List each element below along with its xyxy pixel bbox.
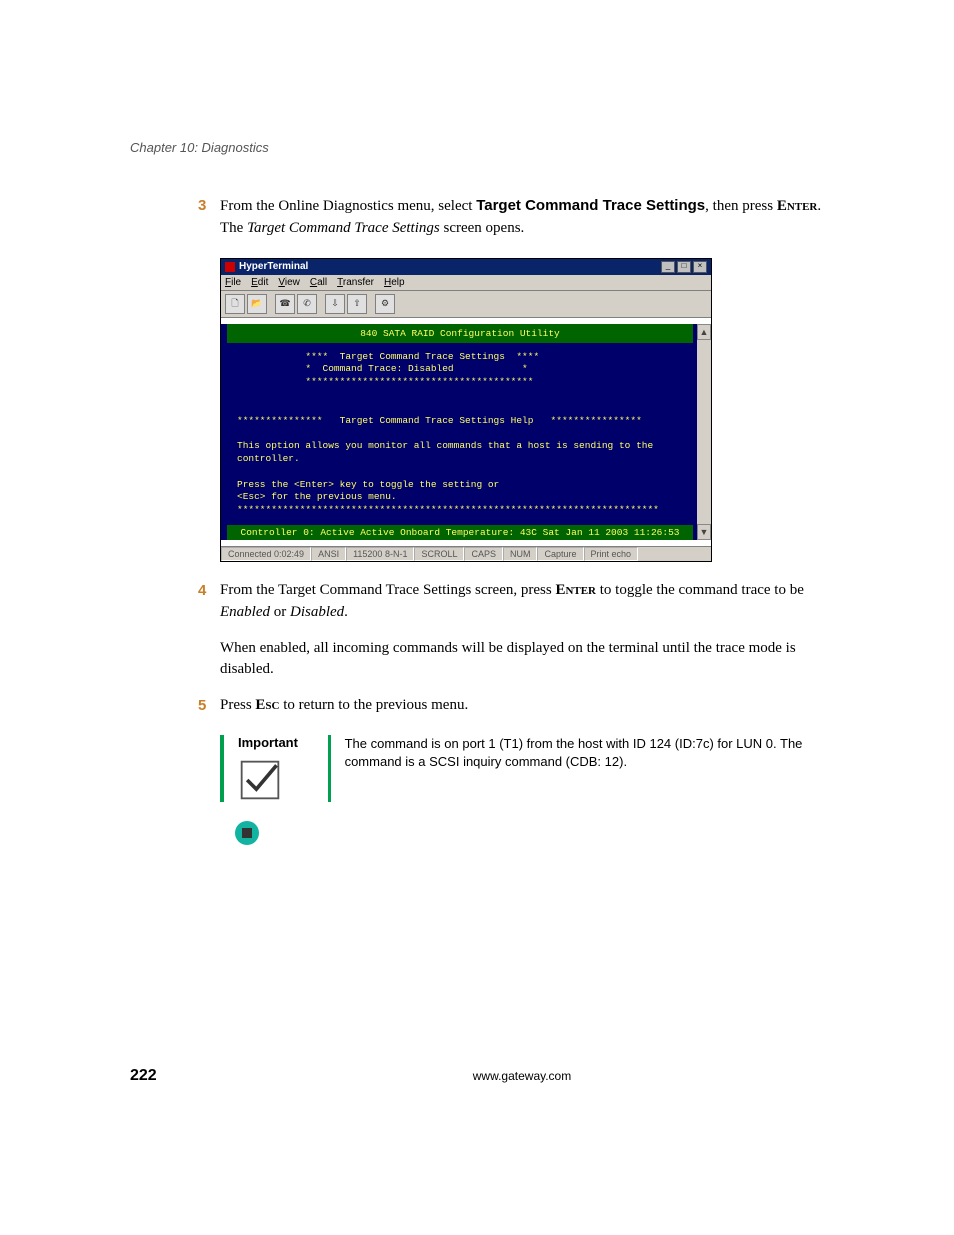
menu-edit[interactable]: Edit <box>251 277 268 288</box>
step4-disabled: Disabled <box>290 604 344 620</box>
page-number: 222 <box>130 1067 220 1085</box>
step-number-5: 5 <box>198 695 206 717</box>
scroll-up-icon[interactable]: ▲ <box>697 324 711 340</box>
step4-text-pre: From the Target Command Trace Settings s… <box>220 582 555 598</box>
hyperterminal-screenshot: HyperTerminal _ □ × File Edit View Call … <box>220 258 712 563</box>
step3-target-label: Target Command Trace Settings <box>476 197 705 214</box>
step-5: 5 Press Esc to return to the previous me… <box>220 695 824 717</box>
terminal-scrollbar[interactable]: ▲ ▼ <box>697 324 711 541</box>
step3-text-pre: From the Online Diagnostics menu, select <box>220 198 476 214</box>
close-button[interactable]: × <box>693 261 707 273</box>
menu-view[interactable]: View <box>278 277 300 288</box>
step4-or: or <box>270 604 290 620</box>
step5-text-pre: Press <box>220 697 255 713</box>
status-baud: 115200 8-N-1 <box>346 547 414 561</box>
step3-screen-name: Target Command Trace Settings <box>247 220 440 236</box>
step-number-3: 3 <box>198 195 206 217</box>
app-icon <box>225 262 235 272</box>
window-toolbar: 🗋 📂 ☎ ✆ ⇩ ⇧ ⚙ <box>221 291 711 318</box>
open-icon[interactable]: 📂 <box>247 294 267 314</box>
important-label: Important <box>238 735 328 750</box>
end-procedure-icon <box>234 820 260 846</box>
step4-text-post2: . <box>344 604 348 620</box>
step4-key-enter: Enter <box>555 582 596 598</box>
maximize-button[interactable]: □ <box>677 261 691 273</box>
properties-icon[interactable]: ⚙ <box>375 294 395 314</box>
disconnect-icon[interactable]: ✆ <box>297 294 317 314</box>
step5-text-post: to return to the previous menu. <box>280 697 469 713</box>
step-4: 4 From the Target Command Trace Settings… <box>220 580 824 624</box>
important-separator <box>328 735 331 802</box>
step5-key-esc: Esc <box>255 697 279 713</box>
checkmark-icon <box>238 758 282 802</box>
status-capture: Capture <box>537 547 583 561</box>
scroll-down-icon[interactable]: ▼ <box>697 524 711 540</box>
minimize-button[interactable]: _ <box>661 261 675 273</box>
status-scroll: SCROLL <box>414 547 464 561</box>
important-callout: Important The command is on port 1 (T1) … <box>220 735 824 802</box>
terminal-status: Controller 0: Active Active Onboard Temp… <box>227 525 693 540</box>
step4-enabled: Enabled <box>220 604 270 620</box>
status-connected: Connected 0:02:49 <box>221 547 311 561</box>
menu-transfer[interactable]: Transfer <box>337 277 374 288</box>
important-text: The command is on port 1 (T1) from the h… <box>345 735 824 802</box>
window-title: HyperTerminal <box>239 261 308 272</box>
status-num: NUM <box>503 547 538 561</box>
menu-file[interactable]: File <box>225 277 241 288</box>
status-printecho: Print echo <box>584 547 639 561</box>
step3-key-enter: Enter <box>777 198 818 214</box>
status-caps: CAPS <box>464 547 503 561</box>
status-emulation: ANSI <box>311 547 346 561</box>
menu-help[interactable]: Help <box>384 277 405 288</box>
chapter-header: Chapter 10: Diagnostics <box>130 140 824 155</box>
step4-text-post1: to toggle the command trace to be <box>596 582 804 598</box>
step3-text-post2: screen opens. <box>440 220 525 236</box>
new-doc-icon[interactable]: 🗋 <box>225 294 245 314</box>
terminal-body: **** Target Command Trace Settings **** … <box>237 351 679 518</box>
footer-url: www.gateway.com <box>473 1069 571 1083</box>
step-3: 3 From the Online Diagnostics menu, sele… <box>220 195 824 240</box>
send-icon[interactable]: ⇩ <box>325 294 345 314</box>
terminal-title: 840 SATA RAID Configuration Utility <box>227 324 693 343</box>
window-menubar: File Edit View Call Transfer Help <box>221 275 711 291</box>
receive-icon[interactable]: ⇧ <box>347 294 367 314</box>
menu-call[interactable]: Call <box>310 277 327 288</box>
step3-text-mid: , then press <box>705 198 777 214</box>
window-titlebar: HyperTerminal _ □ × <box>221 259 711 275</box>
terminal-area: 840 SATA RAID Configuration Utility ****… <box>221 324 711 541</box>
connect-icon[interactable]: ☎ <box>275 294 295 314</box>
step4-followup: When enabled, all incoming commands will… <box>220 638 824 682</box>
window-statusbar: Connected 0:02:49 ANSI 115200 8-N-1 SCRO… <box>221 546 711 561</box>
page-footer: 222 www.gateway.com <box>130 1067 824 1085</box>
step-number-4: 4 <box>198 580 206 602</box>
